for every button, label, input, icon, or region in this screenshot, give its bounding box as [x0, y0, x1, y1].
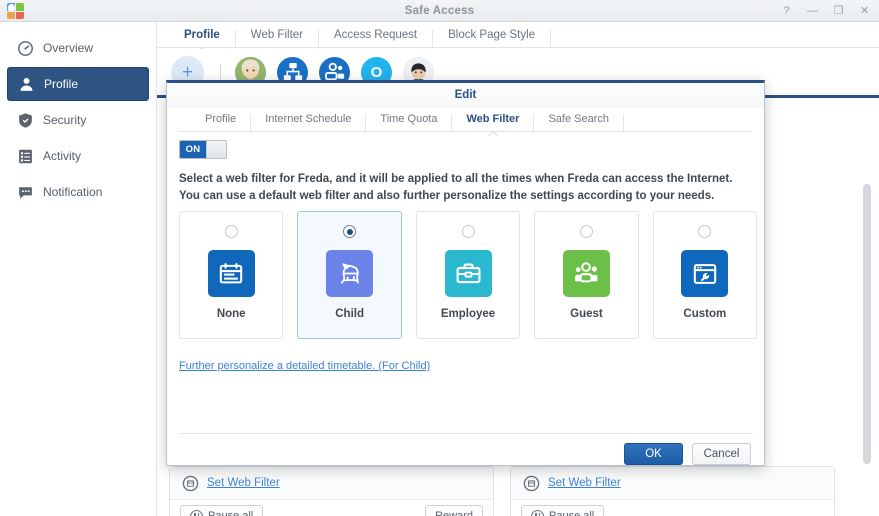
sidebar-item-activity[interactable]: Activity	[7, 139, 149, 173]
sidebar-item-label: Security	[43, 113, 87, 127]
dialog-tab-internet-schedule[interactable]: Internet Schedule	[251, 114, 367, 131]
filter-option-label: Custom	[683, 308, 727, 320]
filter-option-custom[interactable]: Custom	[652, 211, 758, 339]
sidebar-item-overview[interactable]: Overview	[7, 31, 149, 65]
safe-access-window: Safe Access ? — ❐ ✕ Overview Profile Sec…	[0, 0, 879, 516]
pause-icon	[531, 509, 544, 516]
web-filter-icon	[182, 475, 199, 492]
dialog-separator	[179, 433, 753, 434]
avatar-divider	[220, 64, 221, 80]
tab-web-filter[interactable]: Web Filter	[236, 29, 319, 47]
profile-card: Set Web Filter Pause all Reward	[169, 466, 494, 516]
filter-option-none[interactable]: None	[179, 211, 284, 339]
sidebar-item-label: Activity	[43, 149, 82, 163]
sidebar-item-notification[interactable]: Notification	[7, 175, 149, 209]
filter-radio[interactable]	[698, 225, 712, 238]
profile-card: Set Web Filter Pause all	[510, 466, 835, 516]
reward-button[interactable]: Reward	[425, 505, 483, 516]
shield-icon	[17, 112, 34, 129]
dialog-tab-time-quota[interactable]: Time Quota	[366, 114, 453, 131]
pause-all-label: Pause all	[549, 510, 595, 516]
filter-option-label: Child	[335, 308, 364, 320]
list-document-icon	[17, 148, 34, 165]
dialog-footer: OK Cancel	[624, 443, 751, 465]
dialog-tab-profile[interactable]: Profile	[191, 114, 252, 131]
filter-option-child[interactable]: Child	[297, 211, 402, 339]
tab-block-page-style[interactable]: Block Page Style	[433, 29, 552, 47]
edit-dialog: Edit Profile Internet Schedule Time Quot…	[166, 80, 765, 466]
web-filter-options: None Child Employee Guest Custom	[179, 211, 758, 339]
main-tabbar: Profile Web Filter Access Request Block …	[157, 22, 879, 48]
close-button[interactable]: ✕	[858, 5, 871, 17]
pause-all-button[interactable]: Pause all	[521, 504, 605, 516]
filter-option-employee[interactable]: Employee	[415, 211, 521, 339]
briefcase-icon	[444, 250, 492, 297]
profile-card-actions: Pause all Reward	[170, 500, 493, 516]
pause-all-button[interactable]: Pause all	[180, 504, 264, 516]
filter-radio[interactable]	[224, 225, 238, 238]
web-filter-row: Set Web Filter	[511, 467, 834, 500]
window-title: Safe Access	[404, 5, 475, 17]
chat-bubble-icon	[17, 184, 34, 201]
dialog-tab-web-filter[interactable]: Web Filter	[452, 114, 535, 131]
sidebar: Overview Profile Security Activity Notif…	[0, 22, 157, 516]
web-filter-toggle[interactable]: ON	[179, 140, 227, 159]
sidebar-item-security[interactable]: Security	[7, 103, 149, 137]
ok-button[interactable]: OK	[624, 443, 683, 465]
dialog-tab-safe-search[interactable]: Safe Search	[534, 114, 625, 131]
minimize-button[interactable]: —	[806, 5, 819, 17]
speedometer-icon	[17, 40, 34, 57]
sidebar-item-profile[interactable]: Profile	[7, 67, 149, 101]
filter-radio[interactable]	[579, 225, 593, 238]
filter-option-label: Employee	[440, 308, 496, 320]
toggle-on-label: ON	[180, 141, 206, 158]
web-filter-icon	[523, 475, 540, 492]
tab-access-request[interactable]: Access Request	[319, 29, 434, 47]
filter-radio[interactable]	[461, 225, 475, 238]
filter-option-label: Guest	[570, 308, 603, 320]
filter-radio[interactable]	[343, 225, 357, 238]
browser-lines-icon	[207, 250, 255, 297]
personalize-timetable-link[interactable]: Further personalize a detailed timetable…	[179, 360, 430, 372]
pause-icon	[190, 509, 203, 516]
help-button[interactable]: ?	[780, 5, 793, 17]
people-group-icon	[562, 250, 610, 297]
toggle-handle	[206, 141, 226, 158]
filter-option-guest[interactable]: Guest	[534, 211, 639, 339]
maximize-button[interactable]: ❐	[832, 5, 845, 17]
sidebar-item-label: Profile	[44, 77, 79, 91]
reward-label: Reward	[435, 510, 473, 516]
dialog-tabbar: Profile Internet Schedule Time Quota Web…	[179, 108, 752, 132]
web-filter-row: Set Web Filter	[170, 467, 493, 500]
set-web-filter-link[interactable]: Set Web Filter	[207, 477, 280, 489]
user-icon	[18, 76, 35, 93]
profile-card-actions: Pause all	[511, 500, 834, 516]
set-web-filter-link[interactable]: Set Web Filter	[548, 477, 621, 489]
main-scrollbar[interactable]	[863, 184, 871, 464]
window-titlebar: Safe Access ? — ❐ ✕	[0, 0, 879, 22]
tab-profile[interactable]: Profile	[169, 29, 236, 47]
dialog-title: Edit	[167, 83, 764, 108]
dialog-description: Select a web filter for Freda, and it wi…	[179, 173, 733, 202]
sidebar-item-label: Overview	[43, 41, 94, 55]
cancel-button[interactable]: Cancel	[692, 443, 751, 465]
filter-option-label: None	[216, 308, 246, 320]
window-controls: ? — ❐ ✕	[780, 0, 871, 22]
browser-wrench-icon	[681, 250, 729, 297]
rocking-horse-icon	[326, 250, 374, 297]
pause-all-label: Pause all	[208, 510, 254, 516]
sidebar-item-label: Notification	[43, 185, 103, 199]
